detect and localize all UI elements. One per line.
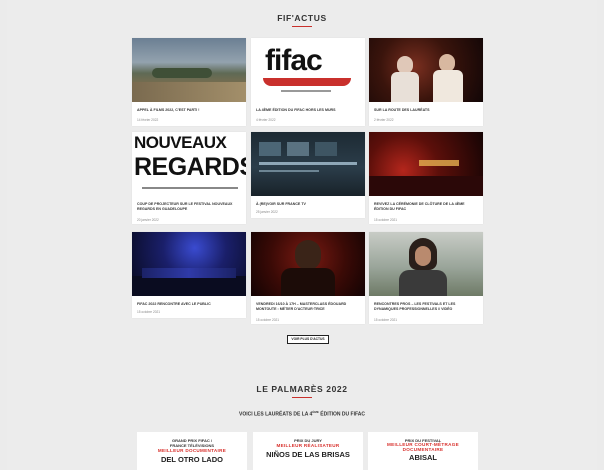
- news-thumbnail: [369, 232, 483, 296]
- prize-card[interactable]: GRAND PRIX FIFAC / FRANCE TÉLÉVISIONS MEI…: [137, 432, 247, 470]
- news-card[interactable]: À (RE)VOIR SUR FRANCE TV 25 janvier 2022: [251, 132, 365, 218]
- news-date: 15 octobre 2021: [256, 318, 280, 322]
- news-title: VENDREDI 16/10 À 17H – MASTERCLASS ÉDOUA…: [256, 302, 347, 312]
- regards-logo-text: REGARDS: [134, 153, 246, 181]
- news-date: 25 janvier 2022: [256, 210, 278, 214]
- news-card[interactable]: APPEL À FILMS 2022, C'EST PARTI ! 14 fév…: [132, 38, 246, 126]
- news-thumbnail: [251, 232, 365, 296]
- news-card[interactable]: VENDREDI 16/10 À 17H – MASTERCLASS ÉDOUA…: [251, 232, 365, 324]
- actus-heading-underline: [292, 26, 312, 27]
- palmares-subtitle: VOICI LES LAURÉATS DE LA 4ÈME ÉDITION DU…: [239, 410, 365, 418]
- prize-card[interactable]: PRIX DU FESTIVAL MEILLEUR COURT-MÉTRAGE …: [368, 432, 478, 470]
- news-thumbnail: [251, 132, 365, 196]
- news-date: 4 février 2022: [256, 118, 276, 122]
- prize-film-title: DEL OTRO LADO: [161, 454, 223, 464]
- prize-category: MEILLEUR DOCUMENTAIRE: [157, 448, 227, 453]
- actus-heading: FIF'ACTUS: [277, 13, 327, 23]
- prize-category: MEILLEUR COURT-MÉTRAGE DOCUMENTAIRE: [387, 442, 459, 452]
- fifac-logo-text: fifac: [265, 44, 323, 77]
- news-date: 15 octobre 2021: [137, 310, 161, 314]
- news-title: SUR LA ROUTE DES LAURÉATS: [374, 108, 430, 112]
- news-thumbnail: [132, 38, 246, 102]
- news-date: 20 janvier 2022: [137, 218, 159, 222]
- prize-film-title: NIÑOS DE LAS BRISAS: [266, 449, 350, 459]
- news-title: FIFAC 2022 RENCONTRE AVEC LE PUBLIC: [137, 302, 211, 306]
- news-card[interactable]: RENCONTRES PROS – LES FESTIVALS ET LES D…: [369, 232, 483, 324]
- news-card[interactable]: FIFAC 2022 RENCONTRE AVEC LE PUBLIC 15 o…: [132, 232, 246, 318]
- news-title: REVIVEZ LA CÉRÉMONIE DE CLÔTURE DE LA 4È…: [374, 202, 465, 212]
- palmares-heading: LE PALMARÈS 2022: [256, 384, 348, 394]
- news-card[interactable]: fifac LA 4ÈME ÉDITION DU FIFAC HORS LES …: [251, 38, 365, 126]
- nouveaux-logo-text: NOUVEAUX: [134, 133, 227, 152]
- news-date: 14 février 2022: [137, 118, 159, 122]
- news-card[interactable]: NOUVEAUX REGARDS COUP DE PROJECTEUR SUR …: [132, 132, 246, 224]
- palmares-heading-underline: [292, 397, 312, 398]
- prize-category: MEILLEUR RÉALISATEUR: [276, 443, 340, 448]
- prize-card[interactable]: PRIX DU JURY MEILLEUR RÉALISATEUR NIÑOS …: [253, 432, 363, 470]
- fifac-logo-swoosh: [263, 78, 351, 86]
- news-title: COUP DE PROJECTEUR SUR LE FESTIVAL NOUVE…: [137, 202, 233, 212]
- prize-film-title: ABISAL: [409, 453, 437, 463]
- news-thumbnail: [369, 38, 483, 102]
- news-date: 2 février 2022: [374, 118, 394, 122]
- news-thumbnail: fifac: [251, 38, 365, 102]
- news-card[interactable]: REVIVEZ LA CÉRÉMONIE DE CLÔTURE DE LA 4È…: [369, 132, 483, 224]
- news-thumbnail: NOUVEAUX REGARDS: [132, 132, 246, 196]
- news-title: RENCONTRES PROS – LES FESTIVALS ET LES D…: [374, 302, 456, 312]
- news-thumbnail: [132, 232, 246, 296]
- prize-name: GRAND PRIX FIFAC / FRANCE TÉLÉVISIONS: [169, 438, 215, 448]
- more-news-button[interactable]: VOIR PLUS D'ACTUS: [287, 335, 329, 344]
- news-date: 15 octobre 2021: [374, 218, 398, 222]
- news-date: 15 octobre 2021: [374, 318, 398, 322]
- news-card[interactable]: SUR LA ROUTE DES LAURÉATS 2 février 2022: [369, 38, 483, 126]
- news-title: LA 4ÈME ÉDITION DU FIFAC HORS LES MURS: [256, 108, 336, 112]
- news-title: APPEL À FILMS 2022, C'EST PARTI !: [137, 108, 200, 112]
- news-thumbnail: [369, 132, 483, 196]
- news-title: À (RE)VOIR SUR FRANCE TV: [256, 202, 306, 206]
